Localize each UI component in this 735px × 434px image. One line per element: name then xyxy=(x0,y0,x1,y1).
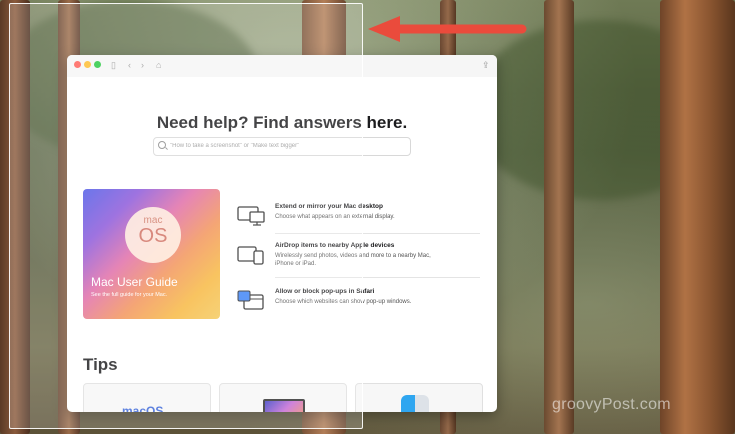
finder-icon xyxy=(401,395,429,412)
share-icon[interactable]: ⇪ xyxy=(482,59,490,71)
arrow-icon xyxy=(368,16,527,42)
highlight-rectangle xyxy=(9,3,363,429)
watermark: groovyPost.com xyxy=(552,396,671,413)
tip-card[interactable] xyxy=(355,383,483,412)
